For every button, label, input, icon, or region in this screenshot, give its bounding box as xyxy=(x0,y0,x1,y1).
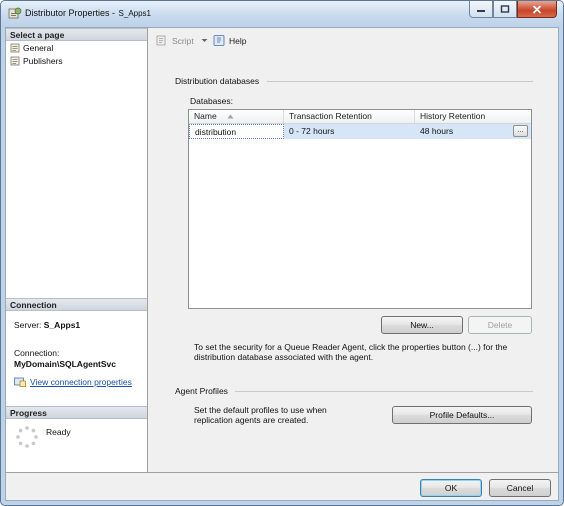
minimize-button[interactable] xyxy=(469,1,493,18)
column-header-transaction-retention[interactable]: Transaction Retention xyxy=(284,110,415,124)
databases-grid[interactable]: Name Transaction Retention History Reten… xyxy=(188,109,532,309)
agent-profiles-description: Set the default profiles to use when rep… xyxy=(194,405,327,425)
page-item-general-label: General xyxy=(23,43,54,53)
table-row[interactable]: distribution 0 - 72 hours 48 hours ... xyxy=(189,124,531,139)
column-header-name[interactable]: Name xyxy=(189,110,284,124)
right-panel: Script Help Distribution databases Datab… xyxy=(149,28,558,472)
minimize-icon xyxy=(477,10,485,12)
property-page-icon xyxy=(10,56,20,66)
cell-history-retention: 48 hours ... xyxy=(415,124,531,139)
distribution-databases-divider xyxy=(267,81,533,82)
maximize-icon xyxy=(500,5,510,13)
server-value: S_Apps1 xyxy=(43,320,81,330)
page-item-publishers-label: Publishers xyxy=(23,56,63,66)
distributor-properties-window: Distributor Properties - S_Apps1 Select … xyxy=(0,0,564,506)
view-connection-properties-link[interactable]: View connection properties xyxy=(14,377,132,387)
page-item-general[interactable]: General xyxy=(10,42,53,54)
profile-defaults-button[interactable]: Profile Defaults... xyxy=(392,406,532,424)
agent-profiles-divider xyxy=(235,391,533,392)
databases-label: Databases: xyxy=(190,96,233,106)
script-button[interactable]: Script xyxy=(155,34,208,47)
ok-button[interactable]: OK xyxy=(420,479,482,497)
help-icon xyxy=(213,35,225,46)
progress-header: Progress xyxy=(6,406,147,419)
cell-name[interactable]: distribution xyxy=(189,124,284,139)
grid-header: Name Transaction Retention History Reten… xyxy=(189,110,531,124)
server-label: Server: xyxy=(14,320,42,330)
connection-value: MyDomain\SQLAgentSvc xyxy=(14,359,117,369)
cancel-button[interactable]: Cancel xyxy=(489,479,551,497)
column-header-history-retention[interactable]: History Retention xyxy=(415,110,531,124)
toolbar: Script Help xyxy=(149,28,558,54)
chevron-down-icon xyxy=(201,39,208,42)
close-icon xyxy=(532,4,542,14)
delete-button[interactable]: Delete xyxy=(468,316,532,334)
new-button[interactable]: New... xyxy=(381,316,463,334)
security-note-line-1: To set the security for a Queue Reader A… xyxy=(194,342,508,352)
window-title-text: Distributor Properties - xyxy=(25,8,118,18)
view-connection-properties-text: View connection properties xyxy=(30,377,132,387)
security-note-line-2: distribution database associated with th… xyxy=(194,352,374,362)
agent-profiles-description-line-1: Set the default profiles to use when xyxy=(194,405,327,415)
window-title: Distributor Properties - S_Apps1 xyxy=(25,8,151,18)
help-button[interactable]: Help xyxy=(213,34,246,47)
progress-spinner-icon xyxy=(16,426,38,448)
script-icon xyxy=(156,35,166,46)
property-page-icon xyxy=(10,43,20,53)
server-info: Server: S_Apps1 xyxy=(14,320,80,330)
progress-status: Ready xyxy=(46,427,71,437)
app-icon xyxy=(8,7,22,19)
agent-profiles-group-title: Agent Profiles xyxy=(175,386,228,396)
page-item-publishers[interactable]: Publishers xyxy=(10,55,63,67)
sort-ascending-icon xyxy=(227,114,234,119)
select-page-header: Select a page xyxy=(6,28,147,41)
help-label: Help xyxy=(229,35,247,46)
caption-buttons xyxy=(469,1,557,19)
cell-history-retention-text: 48 hours xyxy=(420,126,454,136)
close-button[interactable] xyxy=(517,1,557,18)
connection-header: Connection xyxy=(6,298,147,311)
dialog-footer: OK Cancel xyxy=(6,472,558,500)
window-title-server: S_Apps1 xyxy=(118,9,151,18)
agent-profiles-description-line-2: replication agents are created. xyxy=(194,415,309,425)
security-note: To set the security for a Queue Reader A… xyxy=(194,342,507,362)
column-header-name-label: Name xyxy=(194,111,217,121)
connection-properties-icon xyxy=(14,377,26,387)
left-panel: Select a page General Publishers Connect… xyxy=(6,28,148,472)
connection-label: Connection: xyxy=(14,348,60,358)
title-bar[interactable]: Distributor Properties - S_Apps1 xyxy=(1,1,563,27)
dialog-client-area: Select a page General Publishers Connect… xyxy=(5,27,559,501)
maximize-button[interactable] xyxy=(493,1,517,18)
database-properties-button[interactable]: ... xyxy=(513,125,528,137)
cell-transaction-retention: 0 - 72 hours xyxy=(289,126,335,136)
distribution-databases-group-title: Distribution databases xyxy=(175,76,260,86)
script-label: Script xyxy=(172,35,194,46)
